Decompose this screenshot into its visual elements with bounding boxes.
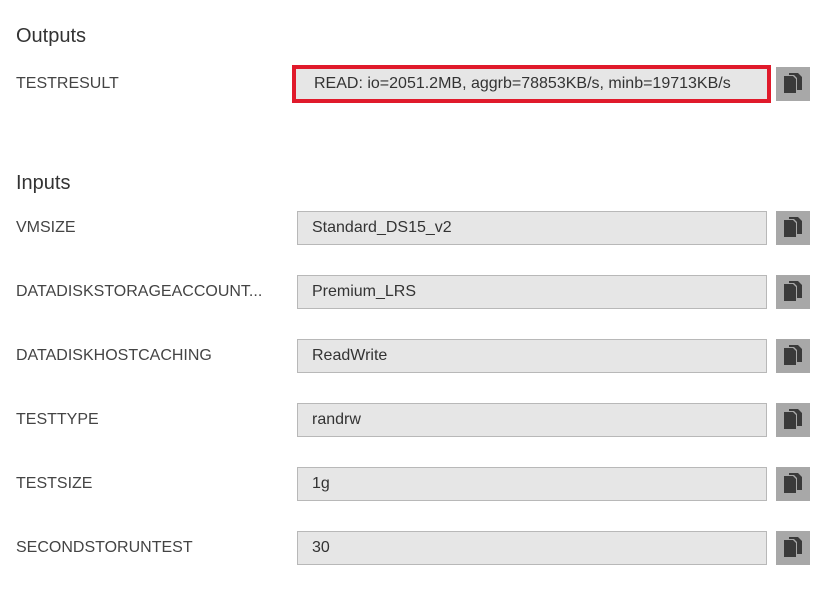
- input-label: SECONDSTORUNTEST: [16, 539, 193, 556]
- copy-button[interactable]: [776, 403, 810, 437]
- input-row-datadiskhostcaching: DATADISKHOSTCACHING ReadWrite: [0, 339, 830, 373]
- input-label: TESTTYPE: [16, 411, 99, 428]
- copy-icon: [784, 217, 802, 237]
- copy-button[interactable]: [776, 339, 810, 373]
- copy-icon: [784, 345, 802, 365]
- outputs-heading: Outputs: [16, 25, 87, 47]
- vmsize-value-field[interactable]: Standard_DS15_v2: [297, 211, 767, 245]
- copy-icon: [784, 73, 802, 93]
- datadiskstorageaccount-value-field[interactable]: Premium_LRS: [297, 275, 767, 309]
- copy-icon: [784, 473, 802, 493]
- input-row-vmsize: VMSIZE Standard_DS15_v2: [0, 211, 830, 245]
- input-label: DATADISKSTORAGEACCOUNT...: [16, 283, 263, 300]
- copy-icon: [784, 281, 802, 301]
- testresult-value-field[interactable]: READ: io=2051.2MB, aggrb=78853KB/s, minb…: [292, 65, 771, 103]
- input-row-secondstoruntest: SECONDSTORUNTEST 30: [0, 531, 830, 565]
- input-label: DATADISKHOSTCACHING: [16, 347, 212, 364]
- copy-icon: [784, 409, 802, 429]
- testtype-value-field[interactable]: randrw: [297, 403, 767, 437]
- copy-button[interactable]: [776, 531, 810, 565]
- copy-button[interactable]: [776, 67, 810, 101]
- input-row-testtype: TESTTYPE randrw: [0, 403, 830, 437]
- copy-button[interactable]: [776, 275, 810, 309]
- copy-icon: [784, 537, 802, 557]
- copy-button[interactable]: [776, 211, 810, 245]
- testsize-value-field[interactable]: 1g: [297, 467, 767, 501]
- output-row-testresult: TESTRESULT READ: io=2051.2MB, aggrb=7885…: [0, 65, 830, 103]
- datadiskhostcaching-value-field[interactable]: ReadWrite: [297, 339, 767, 373]
- input-row-testsize: TESTSIZE 1g: [0, 467, 830, 501]
- copy-button[interactable]: [776, 467, 810, 501]
- secondstoruntest-value-field[interactable]: 30: [297, 531, 767, 565]
- input-row-datadiskstorageaccount: DATADISKSTORAGEACCOUNT... Premium_LRS: [0, 275, 830, 309]
- input-label: TESTSIZE: [16, 475, 93, 492]
- output-label: TESTRESULT: [16, 75, 119, 92]
- inputs-heading: Inputs: [16, 172, 71, 194]
- input-label: VMSIZE: [16, 219, 76, 236]
